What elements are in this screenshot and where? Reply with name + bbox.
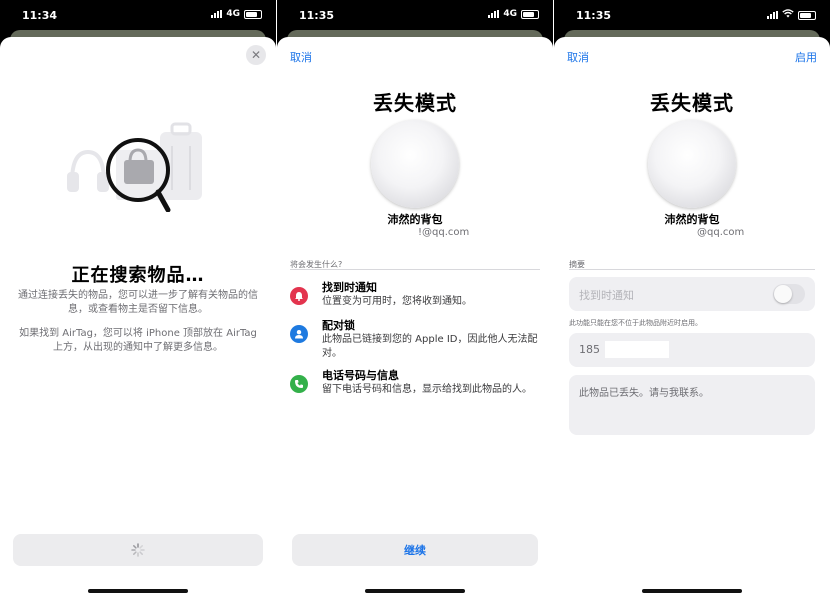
item-name: 沛然的背包 [387, 213, 443, 226]
page-title: 丢失模式 [373, 91, 457, 115]
status-time: 11:35 [299, 9, 335, 22]
person-icon [290, 325, 308, 343]
home-indicator [365, 589, 465, 593]
battery-icon [798, 10, 816, 20]
feature-title: 配对锁 [322, 319, 355, 332]
feature-desc: 位置变为可用时，您将收到通知。 [322, 296, 472, 307]
cancel-button[interactable]: 取消 [567, 49, 589, 65]
notify-toggle[interactable] [773, 284, 805, 304]
battery-icon [521, 9, 539, 19]
divider [569, 269, 815, 270]
headphones-icon [67, 149, 109, 192]
status-indicators [767, 9, 816, 21]
divider [290, 269, 540, 270]
owner-email: @qq.com [697, 227, 745, 238]
screen-lost-mode-intro: 11:35 4G 取消 丢失模式 沛然的背包 !@qq.com 将会发生什么? … [277, 0, 553, 600]
bell-icon [290, 287, 308, 305]
status-indicators: 4G [211, 9, 262, 19]
status-bar: 11:34 4G [0, 0, 276, 30]
network-label: 4G [503, 9, 517, 19]
close-icon: ✕ [250, 48, 262, 62]
home-indicator [88, 589, 188, 593]
notify-label: 找到时通知 [579, 289, 634, 302]
notify-row: 找到时通知 [569, 277, 815, 311]
signal-icon [211, 10, 223, 18]
feature-desc: 留下电话号码和信息，显示给找到此物品的人。 [322, 384, 532, 395]
home-indicator [642, 589, 742, 593]
battery-icon [244, 9, 262, 19]
status-time: 11:34 [22, 9, 58, 22]
wifi-icon [782, 9, 794, 21]
signal-icon [767, 11, 778, 19]
notify-note: 此功能只能在您不位于此物品附近时启用。 [569, 319, 702, 327]
feature-desc: 此物品已链接到您的 Apple ID，因此他人无法配对。 [322, 334, 538, 359]
redacted-area [605, 341, 669, 358]
enable-button[interactable]: 启用 [795, 49, 817, 65]
phone-icon [290, 375, 308, 393]
spinner-icon [131, 543, 145, 557]
screen-searching: 11:34 4G ✕ 正在搜索物品… 通过连接丢失的物品，您可以进一步了解有关物… [0, 0, 276, 600]
status-bar: 11:35 [554, 0, 830, 30]
sheet: ✕ 正在搜索物品… 通过连接丢失的物品，您可以进一步了解有关物品的信息，或查看物… [0, 37, 276, 600]
message-field[interactable]: 此物品已丢失。请与我联系。 [569, 375, 815, 435]
message-text: 此物品已丢失。请与我联系。 [579, 388, 709, 399]
item-name: 沛然的背包 [664, 213, 720, 226]
search-illustration [67, 122, 202, 212]
feature-notify: 找到时通知 位置变为可用时，您将收到通知。 [290, 281, 540, 309]
status-indicators: 4G [488, 9, 539, 19]
owner-email: !@qq.com [418, 227, 470, 238]
page-title: 丢失模式 [650, 91, 734, 115]
phone-number: 185 [579, 343, 600, 356]
feature-phone-message: 电话号码与信息 留下电话号码和信息，显示给找到此物品的人。 [290, 369, 540, 397]
sheet: 取消 启用 丢失模式 沛然的背包 @qq.com 摘要 找到时通知 此功能只能在… [554, 37, 830, 600]
description-2: 如果找到 AirTag，您可以将 iPhone 顶部放在 AirTag 上方，从… [19, 328, 257, 353]
page-title: 正在搜索物品… [71, 265, 205, 286]
signal-icon [488, 10, 500, 18]
continue-button[interactable]: 继续 [292, 534, 538, 566]
feature-title: 找到时通知 [322, 281, 377, 294]
feature-pairing-lock: 配对锁 此物品已链接到您的 Apple ID，因此他人无法配对。 [290, 319, 540, 361]
airtag-image [648, 120, 736, 208]
airtag-image [371, 120, 459, 208]
network-label: 4G [226, 9, 240, 19]
close-button[interactable]: ✕ [246, 45, 266, 65]
screen-lost-mode-summary: 11:35 取消 启用 丢失模式 沛然的背包 @qq.com 摘要 找到时通知 … [554, 0, 830, 600]
feature-title: 电话号码与信息 [322, 369, 399, 382]
phone-field[interactable]: 185 [569, 333, 815, 367]
cancel-button[interactable]: 取消 [290, 49, 312, 65]
status-bar: 11:35 4G [277, 0, 553, 30]
status-time: 11:35 [576, 9, 612, 22]
sheet: 取消 丢失模式 沛然的背包 !@qq.com 将会发生什么? 找到时通知 位置变… [277, 37, 553, 600]
description-1: 通过连接丢失的物品，您可以进一步了解有关物品的信息，或查看物主是否留下信息。 [18, 290, 258, 315]
loading-button[interactable] [13, 534, 263, 566]
